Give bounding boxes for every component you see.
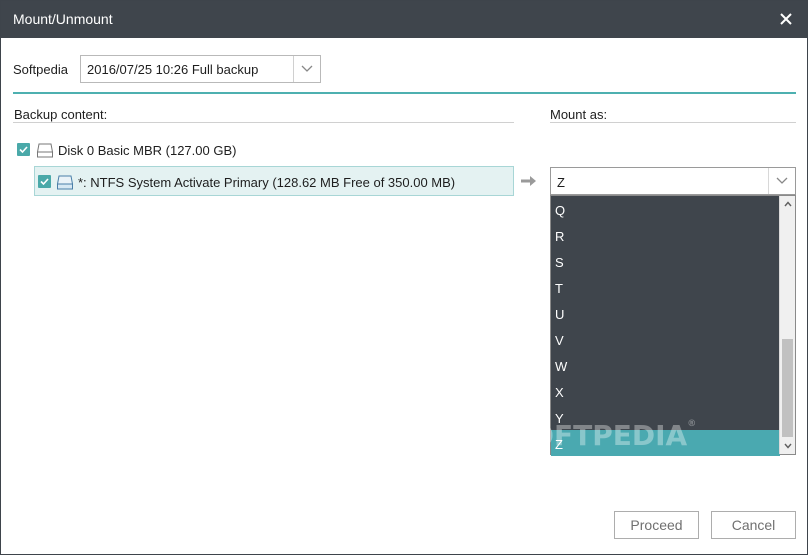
watermark: SOFTPEDIA®	[510, 419, 697, 452]
drive-letter-dropdown-list: Q R S T U V W X Y Z	[550, 195, 796, 456]
dropdown-option-r[interactable]: R	[551, 222, 780, 248]
backup-source-label: Softpedia	[13, 62, 68, 77]
disk-label: Disk 0 Basic MBR (127.00 GB)	[58, 143, 237, 158]
drive-letter-select[interactable]: Z	[550, 167, 796, 195]
dropdown-option-t[interactable]: T	[551, 274, 780, 300]
scroll-down-button[interactable]	[780, 438, 796, 454]
backup-content-heading: Backup content:	[14, 107, 108, 122]
dropdown-scrollbar[interactable]	[779, 196, 795, 454]
chevron-up-icon	[784, 201, 792, 207]
partition-checkbox[interactable]	[38, 175, 51, 188]
partition-drive-icon	[56, 175, 74, 190]
partition-label: *: NTFS System Activate Primary (128.62 …	[78, 175, 456, 190]
dropdown-option-q[interactable]: Q	[551, 196, 780, 222]
scrollbar-thumb[interactable]	[782, 339, 793, 437]
header-divider	[13, 92, 796, 94]
hard-disk-icon	[36, 143, 54, 158]
title-bar: Mount/Unmount	[1, 1, 807, 38]
chevron-down-icon	[301, 65, 313, 72]
partition-row[interactable]: *: NTFS System Activate Primary (128.62 …	[34, 166, 514, 196]
dropdown-option-u[interactable]: U	[551, 300, 780, 326]
drive-letter-select-toggle[interactable]	[768, 168, 795, 194]
chevron-down-icon	[784, 443, 792, 449]
window-title: Mount/Unmount	[13, 11, 113, 27]
dropdown-option-s[interactable]: S	[551, 248, 780, 274]
mount-as-heading: Mount as:	[550, 107, 608, 122]
dropdown-option-v[interactable]: V	[551, 326, 780, 352]
cancel-button[interactable]: Cancel	[711, 511, 796, 539]
backup-selected-value: 2016/07/25 10:26 Full backup	[87, 62, 259, 77]
mount-as-divider	[550, 122, 796, 123]
disk-checkbox[interactable]	[17, 143, 30, 156]
dropdown-option-w[interactable]: W	[551, 352, 780, 378]
backup-content-divider	[13, 122, 514, 123]
chevron-down-icon	[776, 177, 788, 184]
close-icon	[780, 13, 792, 25]
close-button[interactable]	[777, 9, 795, 29]
scroll-up-button[interactable]	[780, 196, 796, 212]
proceed-button[interactable]: Proceed	[614, 511, 699, 539]
backup-select[interactable]: 2016/07/25 10:26 Full backup	[80, 55, 321, 83]
backup-select-toggle[interactable]	[293, 56, 320, 82]
check-icon	[40, 178, 49, 186]
drive-letter-selected-value: Z	[557, 175, 565, 190]
dropdown-option-x[interactable]: X	[551, 378, 780, 404]
check-icon	[19, 146, 28, 154]
arrow-right-icon	[521, 176, 536, 186]
mount-unmount-dialog: Mount/Unmount Softpedia 2016/07/25 10:26…	[0, 0, 808, 555]
